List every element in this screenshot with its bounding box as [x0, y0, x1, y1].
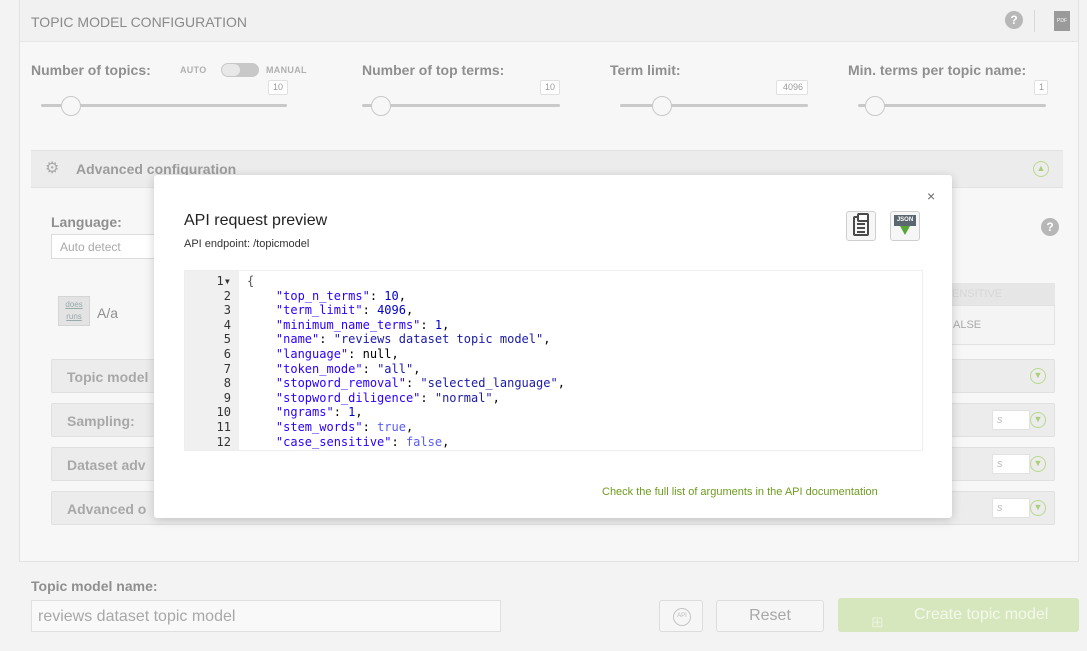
line-number: 7 [223, 361, 231, 376]
api-icon: API [673, 608, 691, 626]
download-json-button[interactable]: JSON [890, 211, 920, 241]
json-tag: JSON [894, 215, 916, 226]
num-topics-slider-handle[interactable] [61, 96, 81, 116]
reset-button[interactable]: Reset [716, 600, 824, 632]
term-limit-slider-handle[interactable] [652, 96, 672, 116]
term-limit-value[interactable]: 4096 [776, 80, 808, 95]
clipboard-icon [853, 213, 869, 236]
api-button[interactable]: API [659, 600, 703, 632]
min-terms-slider-track[interactable] [858, 104, 1046, 107]
line-number: 3 [223, 303, 231, 318]
create-label: Create topic model [914, 606, 1049, 623]
section-label: Advanced o [67, 501, 147, 517]
language-select[interactable]: Auto detect [51, 234, 161, 259]
code-text: "name": "reviews dataset topic model", [275, 332, 551, 347]
top-terms-value[interactable]: 10 [540, 80, 560, 95]
code-text: "language": null, [275, 347, 399, 361]
expand-down-icon[interactable]: ▼ [1030, 368, 1046, 384]
code-text: "minimum_name_terms": 1, [275, 317, 450, 332]
case-sensitive-value[interactable]: ALSE [940, 305, 1055, 345]
line-number: 9 [223, 390, 231, 405]
expand-down-icon[interactable]: ▼ [1030, 456, 1046, 472]
toggle-knob [222, 64, 240, 76]
code-text: "stopword_diligence": "normal", [275, 390, 500, 405]
case-sensitive-header: ENSITIVE [940, 283, 1055, 305]
api-endpoint: API endpoint: /topicmodel [184, 238, 310, 250]
create-topic-model-button[interactable]: ⊞ Create topic model [838, 598, 1079, 632]
section-label: Topic model [67, 369, 149, 385]
top-terms-label: Number of top terms: [362, 62, 505, 78]
section-summary: s [992, 410, 1030, 430]
modal-title: API request preview [184, 212, 328, 229]
auto-label: AUTO [180, 65, 207, 75]
stemming-icon: does runs [58, 296, 90, 326]
code-text: "term_limit": 4096, [275, 303, 414, 318]
expand-down-icon[interactable]: ▼ [1030, 412, 1046, 428]
model-name-input[interactable]: reviews dataset topic model [31, 600, 501, 632]
code-text: "ngrams": 1, [275, 405, 363, 420]
line-number: 12 [216, 434, 231, 449]
expand-down-icon[interactable]: ▼ [1030, 500, 1046, 516]
top-terms-slider-track[interactable] [362, 104, 560, 107]
line-number: 10 [216, 405, 231, 420]
api-docs-link[interactable]: Check the full list of arguments in the … [602, 486, 878, 498]
divider [1034, 10, 1035, 32]
term-limit-label: Term limit: [610, 62, 681, 78]
code-text: "token_mode": "all", [275, 361, 421, 376]
gears-icon: ⚙ [45, 160, 60, 177]
min-terms-slider-handle[interactable] [865, 96, 885, 116]
line-number: 8 [223, 376, 231, 391]
section-summary: s [992, 498, 1030, 518]
code-text: "top_n_terms": 10, [275, 288, 406, 303]
section-label: Dataset adv [67, 457, 146, 473]
panel-header: TOPIC MODEL CONFIGURATION ? PDF [20, 0, 1078, 42]
json-code-editor[interactable]: 1▾ {2 "top_n_terms": 10, 3 "term_limit": 4… [184, 270, 923, 451]
topic-model-icon: ⊞ [871, 614, 884, 631]
term-limit-slider-track[interactable] [620, 104, 808, 107]
code-text: "stem_words": true, [275, 420, 414, 434]
help-icon[interactable]: ? [1041, 218, 1059, 236]
line-number: 6 [223, 347, 231, 361]
json-download-icon: JSON [894, 215, 916, 237]
close-icon[interactable]: × [927, 188, 935, 204]
top-terms-slider-handle[interactable] [371, 96, 391, 116]
language-label: Language: [51, 214, 122, 230]
model-name-label: Topic model name: [31, 578, 158, 594]
code-text: { [247, 274, 255, 288]
section-summary: s [992, 454, 1030, 474]
panel-title: TOPIC MODEL CONFIGURATION [31, 14, 247, 30]
min-terms-value[interactable]: 1 [1034, 80, 1048, 95]
line-number: 5 [223, 332, 231, 347]
min-terms-label: Min. terms per topic name: [848, 62, 1027, 78]
line-number: 11 [216, 420, 231, 434]
line-number: 2 [223, 288, 231, 303]
num-topics-value[interactable]: 10 [268, 80, 288, 95]
collapse-up-icon[interactable]: ▲ [1033, 161, 1049, 177]
code-text: "case_sensitive": false, [275, 434, 450, 449]
line-number: 4 [223, 317, 231, 332]
line-number: 1▾ [216, 274, 231, 288]
case-sensitivity-label: A/a [97, 305, 119, 321]
copy-button[interactable] [846, 211, 876, 241]
api-preview-modal: × API request preview API endpoint: /top… [154, 175, 952, 518]
code-text: "stopword_removal": "selected_language", [275, 376, 565, 391]
help-icon[interactable]: ? [1005, 11, 1023, 29]
pdf-icon[interactable]: PDF [1054, 11, 1070, 31]
section-label: Sampling: [67, 413, 135, 429]
auto-manual-toggle[interactable] [221, 63, 259, 77]
manual-label: MANUAL [266, 65, 307, 75]
num-topics-label: Number of topics: [31, 62, 151, 78]
